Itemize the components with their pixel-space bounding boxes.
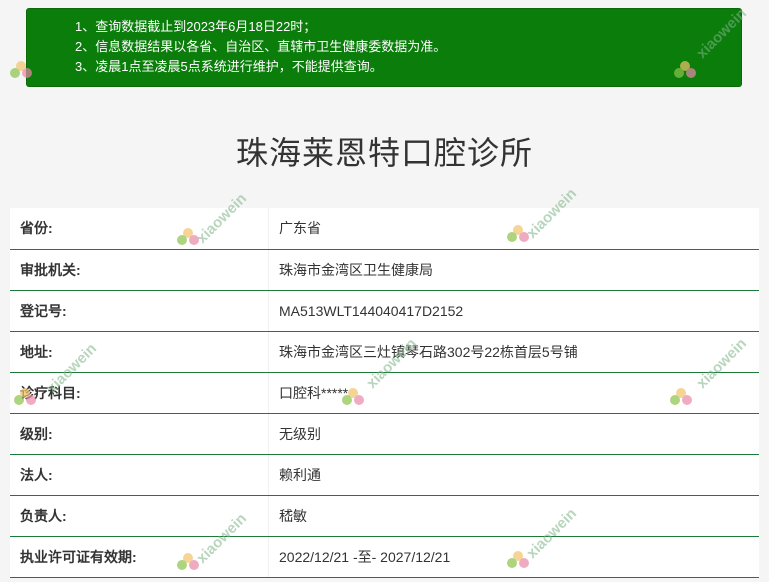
field-value-person-in-charge: 嵇敏	[268, 495, 759, 537]
field-label-legal-person: 法人:	[10, 454, 269, 496]
field-value-province: 广东省	[268, 208, 759, 250]
table-row: 法人: 赖利通	[10, 454, 759, 496]
field-value-legal-person: 赖利通	[268, 454, 759, 496]
table-row: 登记号: MA513WLT144040417D2152	[10, 290, 759, 332]
field-label-approval-authority: 审批机关:	[10, 249, 269, 291]
field-label-person-in-charge: 负责人:	[10, 495, 269, 537]
field-label-license-validity: 执业许可证有效期:	[10, 536, 269, 578]
field-value-registration-no: MA513WLT144040417D2152	[268, 290, 759, 332]
notice-line-1: 1、查询数据截止到2023年6月18日22时；	[75, 19, 317, 34]
field-label-province: 省份:	[10, 208, 269, 250]
notice-line-2: 2、信息数据结果以各省、自治区、直辖市卫生健康委数据为准。	[75, 39, 447, 54]
table-row: 执业许可证有效期: 2022/12/21 -至- 2027/12/21	[10, 536, 759, 578]
field-value-level: 无级别	[268, 413, 759, 455]
table-row: 级别: 无级别	[10, 413, 759, 455]
field-value-approval-authority: 珠海市金湾区卫生健康局	[268, 249, 759, 291]
table-row: 诊疗科目: 口腔科*****	[10, 372, 759, 414]
field-value-address: 珠海市金湾区三灶镇琴石路302号22栋首层5号铺	[268, 331, 759, 373]
notice-banner: 1、查询数据截止到2023年6月18日22时； 2、信息数据结果以各省、自治区、…	[26, 8, 742, 87]
clinic-info-table: 省份: 广东省 审批机关: 珠海市金湾区卫生健康局 登记号: MA513WLT1…	[10, 208, 759, 578]
field-label-address: 地址:	[10, 331, 269, 373]
field-label-level: 级别:	[10, 413, 269, 455]
table-row: 审批机关: 珠海市金湾区卫生健康局	[10, 249, 759, 291]
field-label-departments: 诊疗科目:	[10, 372, 269, 414]
field-label-registration-no: 登记号:	[10, 290, 269, 332]
notice-line-3: 3、凌晨1点至凌晨5点系统进行维护，不能提供查询。	[75, 59, 383, 74]
table-row: 负责人: 嵇敏	[10, 495, 759, 537]
table-row: 地址: 珠海市金湾区三灶镇琴石路302号22栋首层5号铺	[10, 331, 759, 373]
table-row: 省份: 广东省	[10, 208, 759, 250]
page-title: 珠海莱恩特口腔诊所	[235, 135, 533, 171]
field-value-license-validity: 2022/12/21 -至- 2027/12/21	[268, 536, 759, 578]
field-value-departments: 口腔科*****	[268, 372, 759, 414]
